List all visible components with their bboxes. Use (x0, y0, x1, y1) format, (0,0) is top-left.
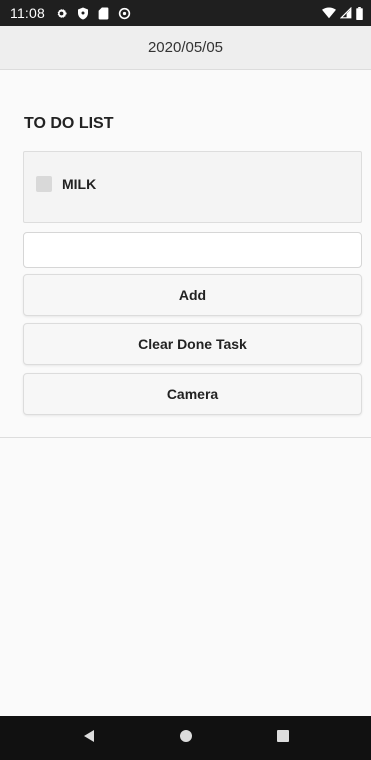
clear-done-task-button[interactable]: Clear Done Task (23, 323, 362, 365)
back-button[interactable] (67, 716, 111, 760)
todo-list: MILK (23, 151, 362, 223)
home-icon (179, 729, 193, 748)
status-bar: 11:08 (0, 0, 371, 26)
battery-icon (356, 6, 363, 20)
task-input[interactable] (23, 232, 362, 268)
cell-signal-icon (340, 7, 352, 19)
todo-item-label: MILK (62, 176, 97, 192)
header-date: 2020/05/05 (147, 39, 224, 56)
home-button[interactable] (164, 716, 208, 760)
shield-icon (77, 7, 89, 20)
data-saver-icon (118, 7, 131, 20)
recents-icon (276, 729, 289, 747)
divider (0, 437, 371, 438)
app-header: 2020/05/05 (0, 26, 371, 70)
recents-button[interactable] (261, 716, 305, 760)
sim-card-icon (98, 7, 109, 20)
status-time: 11:08 (10, 5, 45, 21)
status-icons-left (55, 7, 131, 20)
gear-icon (55, 7, 68, 20)
navigation-bar (0, 716, 371, 760)
list-title: TO DO LIST (24, 115, 114, 132)
todo-item[interactable]: MILK (36, 176, 96, 192)
status-icons-right (322, 6, 363, 20)
todo-checkbox[interactable] (36, 176, 52, 192)
wifi-icon (322, 7, 336, 19)
back-icon (82, 729, 96, 748)
add-button[interactable]: Add (23, 274, 362, 316)
camera-button[interactable]: Camera (23, 373, 362, 415)
